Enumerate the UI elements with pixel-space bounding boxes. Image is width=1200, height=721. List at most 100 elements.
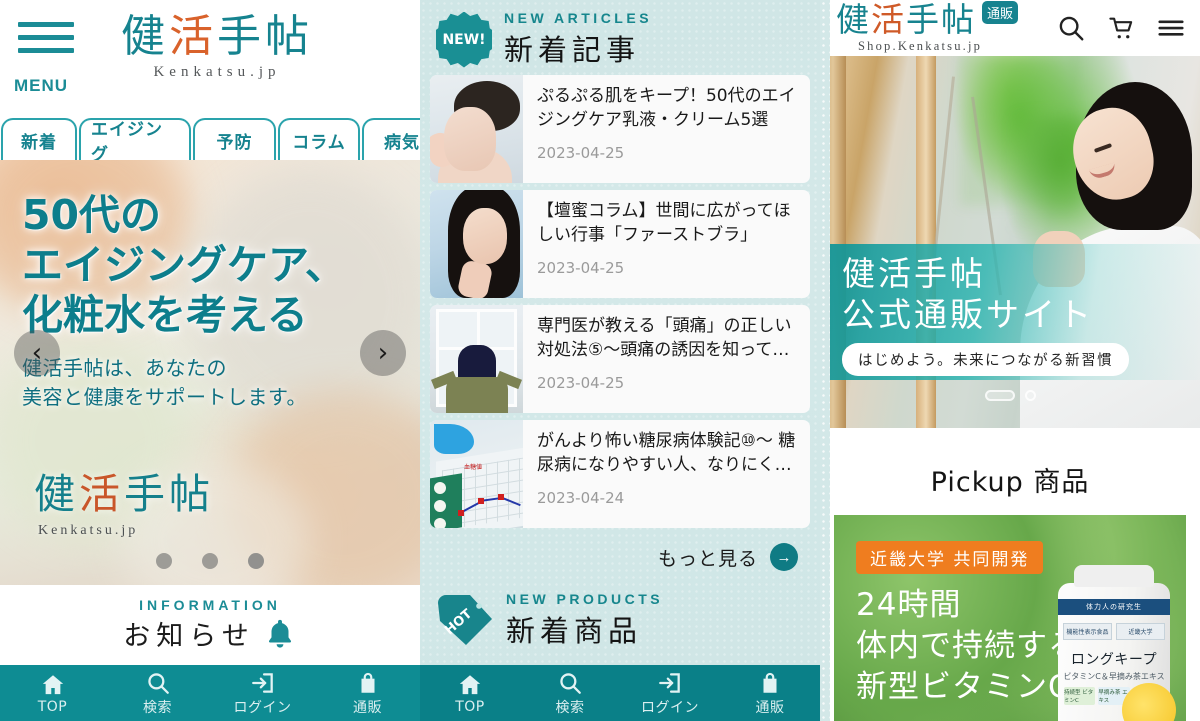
tab-yobou[interactable]: 予防: [193, 118, 276, 160]
cart-icon[interactable]: [1106, 13, 1136, 43]
hero-logo-romaji: Kenkatsu.jp: [38, 523, 139, 538]
hamburger-icon[interactable]: [1156, 13, 1186, 43]
hamburger-bar: [18, 35, 74, 40]
shop-hero-pill: はじめよう。未来につながる新習慣: [842, 342, 1130, 376]
hero-logo: 健活手帖 Kenkatsu.jp: [34, 460, 214, 539]
hero-headline-line-2: エイジングケア、: [22, 241, 346, 290]
hero-copy: 50代の エイジングケア、 化粧水を考える 健活手帖は、あなたの 美容と健康をサ…: [22, 190, 412, 412]
tab-column[interactable]: コラム: [278, 118, 360, 160]
shop-header: 健活手帖 通販 Shop.Kenkatsu.jp: [820, 0, 1200, 56]
article-title: ぷるぷる肌をキープ！50代のエイジングケア乳液・クリーム5選: [537, 86, 796, 131]
new-products-eng: NEW PRODUCTS: [506, 591, 664, 607]
bottle-product-sub: ビタミンC＆早摘み茶エキス: [1063, 672, 1165, 681]
shop-carousel-dot-2[interactable]: [1024, 390, 1036, 401]
shop-logo-badge: 通販: [982, 0, 1019, 24]
hamburger-icon[interactable]: [18, 22, 74, 53]
article-date: 2023-04-25: [537, 258, 625, 277]
tab-byouki[interactable]: 病気: [362, 118, 420, 160]
article-card[interactable]: 【壇蜜コラム】世間に広がってほしい行事「ファーストブラ」 2023-04-25: [430, 190, 810, 298]
hero-subcopy: 健活手帖は、あなたの 美容と健康をサポートします。: [22, 354, 412, 412]
information-eng-label: INFORMATION: [139, 597, 281, 613]
bottle-cap: [1074, 565, 1154, 587]
product-copy-line-2: 体内で持続する: [856, 628, 1080, 665]
arrow-right-icon: →: [770, 543, 798, 571]
nav-item-search[interactable]: 検索: [105, 670, 210, 717]
bottle-chip-1: 機能性表示食品: [1063, 622, 1112, 640]
bottom-navigation-panel1: TOP 検索 ログイン 通販: [0, 665, 420, 721]
menu-label[interactable]: MENU: [14, 76, 68, 96]
article-body: 専門医が教える「頭痛」の正しい対処法⑤〜頭痛の誘因を知って生活… 2023-04…: [523, 305, 810, 413]
carousel-next-icon[interactable]: ›: [360, 330, 406, 376]
carousel-dot-3[interactable]: [248, 553, 264, 569]
nav-item-top[interactable]: TOP: [420, 672, 520, 715]
hot-badge: HOT: [436, 593, 494, 649]
category-tabs: 新着 エイジング 予防 コラム 病気: [0, 110, 420, 165]
information-jp-label: お知らせ: [123, 621, 255, 652]
search-icon: [147, 672, 169, 694]
information-section-heading: INFORMATION お知らせ: [0, 585, 420, 665]
article-card[interactable]: 血糖値 がんより怖い糖尿病体験記⑩〜 糖尿病になりやすい人、なりにくい人… 20…: [430, 420, 810, 528]
search-icon: [560, 672, 581, 694]
product-bottle-image: 体力人の研究生 機能性表示食品 近畿大学 ロングキープ ビタミンC＆早摘み茶エキ…: [1058, 565, 1176, 721]
panel-shop-site: 健活手帖 通販 Shop.Kenkatsu.jp 健活手帖 公式通販サイト はじ…: [820, 0, 1200, 721]
shop-logo[interactable]: 健活手帖 通販 Shop.Kenkatsu.jp: [836, 0, 1056, 54]
shop-header-icons: [1056, 13, 1186, 43]
hero-sub-line-2: 美容と健康をサポートします。: [22, 385, 307, 410]
article-thumbnail: [430, 190, 523, 298]
carousel-dot-2[interactable]: [202, 553, 218, 569]
bottom-navigation-panel2: TOP 検索 ログイン 通販: [420, 665, 820, 721]
product-collab-badge: 近畿大学 共同開発: [856, 541, 1044, 574]
hero-carousel[interactable]: 50代の エイジングケア、 化粧水を考える 健活手帖は、あなたの 美容と健康をサ…: [0, 160, 420, 585]
bottle-feature-1: 持続型 ビタミンC: [1064, 687, 1096, 705]
shop-carousel-dots: [820, 390, 1200, 401]
article-date: 2023-04-25: [537, 143, 625, 162]
hero-logo-kanji: 健活手帖: [34, 470, 214, 518]
nav-label-shop: 通販: [353, 699, 382, 716]
new-products-heading: HOT NEW PRODUCTS 新着商品: [420, 571, 820, 656]
pickup-product-banner[interactable]: 近畿大学 共同開発 24時間 体内で持続する 新型ビタミンC 体力人の研究生 機…: [834, 515, 1186, 721]
article-title: 専門医が教える「頭痛」の正しい対処法⑤〜頭痛の誘因を知って生活…: [537, 316, 792, 361]
article-date: 2023-04-25: [537, 373, 625, 392]
shop-logo-kanji: 健活手帖: [836, 0, 976, 39]
tab-shinchaku[interactable]: 新着: [1, 118, 77, 160]
site-logo-romaji: Kenkatsu.jp: [153, 64, 281, 81]
article-thumbnail: 血糖値: [430, 420, 523, 528]
new-articles-eng: NEW ARTICLES: [504, 10, 653, 26]
nav-item-login[interactable]: ログイン: [620, 670, 720, 717]
shop-hero-line-2: 公式通販サイト: [842, 294, 1094, 334]
pickup-section-heading: Pickup 商品: [820, 428, 1200, 515]
hamburger-bar: [18, 22, 74, 27]
more-articles-link[interactable]: もっと見る →: [420, 535, 820, 571]
nav-item-login[interactable]: ログイン: [210, 670, 315, 717]
shop-hero-carousel[interactable]: 健活手帖 公式通販サイト はじめよう。未来につながる新習慣: [820, 56, 1200, 428]
carousel-prev-icon[interactable]: ‹: [14, 330, 60, 376]
nav-label-top: TOP: [455, 698, 485, 715]
three-panel-screenshot: MENU 健活手帖 Kenkatsu.jp 新着 エイジング 予防 コラム 病気…: [0, 0, 1200, 721]
shopping-bag-icon: [361, 672, 374, 693]
nav-item-shop[interactable]: 通販: [720, 670, 820, 717]
article-date: 2023-04-24: [537, 488, 625, 507]
bottle-band: 体力人の研究生: [1058, 599, 1170, 615]
carousel-dot-1[interactable]: [156, 553, 172, 569]
search-icon[interactable]: [1056, 13, 1086, 43]
new-articles-heading: NEW! NEW ARTICLES 新着記事: [420, 0, 820, 75]
nav-label-search: 検索: [143, 699, 172, 716]
tab-aging[interactable]: エイジング: [79, 118, 191, 165]
nav-item-top[interactable]: TOP: [0, 672, 105, 715]
nav-item-search[interactable]: 検索: [520, 670, 620, 717]
panel-new-articles: NEW! NEW ARTICLES 新着記事 ぷるぷる肌をキープ！50代のエイジ…: [420, 0, 820, 721]
article-thumbnail: [430, 305, 523, 413]
article-card[interactable]: 専門医が教える「頭痛」の正しい対処法⑤〜頭痛の誘因を知って生活… 2023-04…: [430, 305, 810, 413]
bottle-chip-row: 機能性表示食品 近畿大学: [1063, 621, 1165, 641]
bottle-chip-2: 近畿大学: [1116, 622, 1165, 640]
nav-label-search: 検索: [555, 699, 585, 716]
nav-item-shop[interactable]: 通販: [315, 670, 420, 717]
carousel-dots: [0, 553, 420, 569]
article-card[interactable]: ぷるぷる肌をキープ！50代のエイジングケア乳液・クリーム5選 2023-04-2…: [430, 75, 810, 183]
shop-hero-overlay: 健活手帖 公式通販サイト はじめよう。未来につながる新習慣: [820, 244, 1200, 380]
shop-carousel-dot-1[interactable]: [984, 390, 1015, 401]
site-logo[interactable]: 健活手帖 Kenkatsu.jp: [92, 13, 342, 81]
new-products-title: NEW PRODUCTS 新着商品: [506, 591, 663, 650]
article-title: 【壇蜜コラム】世間に広がってほしい行事「ファーストブラ」: [537, 201, 791, 246]
more-articles-label: もっと見る: [657, 547, 758, 570]
